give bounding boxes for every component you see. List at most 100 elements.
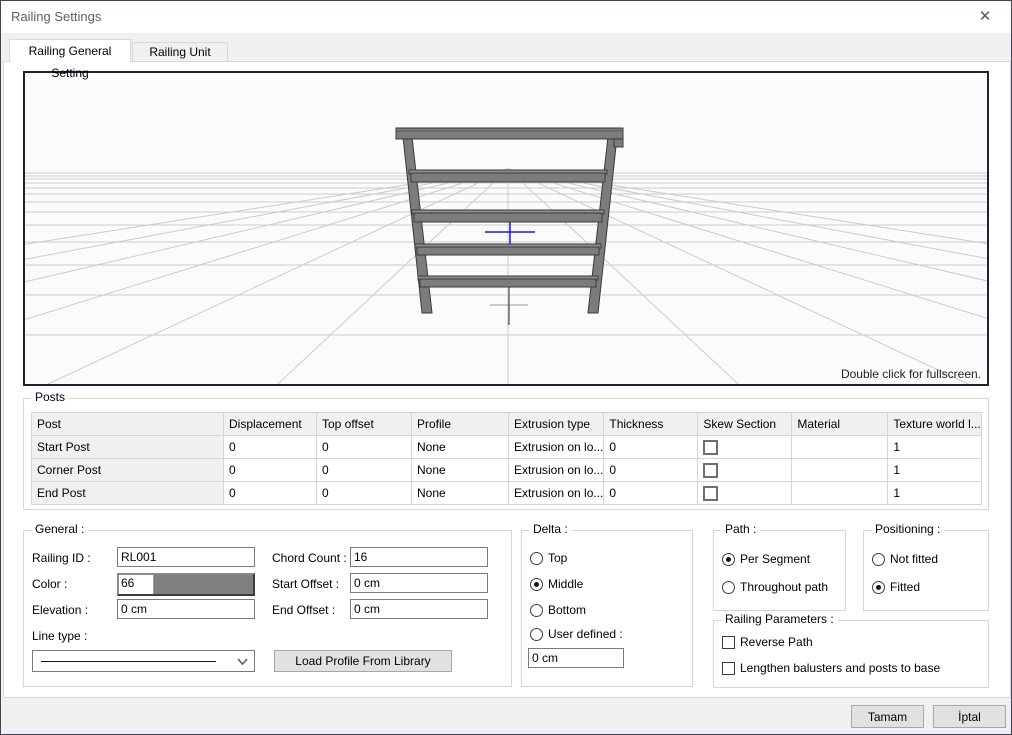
- option-label: User defined :: [548, 627, 623, 641]
- cancel-button[interactable]: İptal: [933, 705, 1006, 728]
- chevron-down-icon: [237, 658, 248, 665]
- solid-line-sample: [41, 661, 216, 662]
- cell-texture-world-length[interactable]: 1: [888, 459, 981, 482]
- lengthen-balusters-checkbox[interactable]: Lengthen balusters and posts to base: [722, 661, 940, 675]
- delta-group: Delta : Top Middle Bottom User defined :: [521, 530, 693, 687]
- end-offset-field[interactable]: [350, 599, 488, 619]
- delta-option-middle[interactable]: Middle: [530, 577, 583, 591]
- window-title: Railing Settings: [11, 1, 101, 33]
- title-bar: Railing Settings ✕: [1, 1, 1011, 33]
- radio-icon: [722, 581, 735, 594]
- cell-material[interactable]: [792, 436, 888, 459]
- close-icon[interactable]: ✕: [969, 1, 1001, 33]
- fullscreen-hint: Double click for fullscreen.: [841, 367, 981, 381]
- col-material: Material: [792, 413, 888, 436]
- cell-top-offset[interactable]: 0: [317, 436, 412, 459]
- cell-profile[interactable]: None: [412, 436, 509, 459]
- cell-thickness[interactable]: 0: [604, 436, 698, 459]
- positioning-option-not-fitted[interactable]: Not fitted: [872, 552, 938, 566]
- table-row-corner-post: Corner Post 0 0 None Extrusion on lo... …: [32, 459, 982, 482]
- railing-parameters-group-label: Railing Parameters :: [721, 612, 838, 626]
- option-label: Lengthen balusters and posts to base: [740, 661, 940, 675]
- start-offset-field[interactable]: [350, 573, 488, 593]
- cell-thickness[interactable]: 0: [604, 482, 698, 505]
- railing-settings-dialog: Railing Settings ✕ Railing General Setti…: [0, 0, 1012, 735]
- cell-top-offset[interactable]: 0: [317, 459, 412, 482]
- cell-displacement[interactable]: 0: [224, 482, 317, 505]
- delta-group-label: Delta :: [529, 522, 572, 536]
- cell-post-name: End Post: [32, 482, 224, 505]
- table-row-end-post: End Post 0 0 None Extrusion on lo... 0 1: [32, 482, 982, 505]
- cell-top-offset[interactable]: 0: [317, 482, 412, 505]
- ok-button[interactable]: Tamam: [851, 705, 924, 728]
- skew-section-checkbox[interactable]: [703, 440, 718, 455]
- positioning-option-fitted[interactable]: Fitted: [872, 580, 920, 594]
- railing-parameters-group: Railing Parameters : Reverse Path Length…: [713, 620, 989, 688]
- origin-crosshair-icon: [485, 210, 535, 325]
- railing-3d-scene: [25, 73, 987, 384]
- delta-user-defined-field[interactable]: [528, 648, 624, 668]
- cell-texture-world-length[interactable]: 1: [888, 482, 981, 505]
- railing-model: [396, 128, 623, 313]
- checkbox-icon: [722, 662, 735, 675]
- color-swatch: [154, 575, 253, 594]
- radio-icon: [530, 604, 543, 617]
- cell-texture-world-length[interactable]: 1: [888, 436, 981, 459]
- table-header-row: Post Displacement Top offset Profile Ext…: [32, 413, 982, 436]
- cell-thickness[interactable]: 0: [604, 459, 698, 482]
- option-label: Per Segment: [740, 552, 810, 566]
- option-label: Throughout path: [740, 580, 828, 594]
- col-extrusion-type: Extrusion type: [509, 413, 604, 436]
- positioning-group-label: Positioning :: [871, 522, 944, 536]
- tab-railing-unit-setting[interactable]: Railing Unit Setting: [132, 42, 228, 62]
- col-displacement: Displacement: [224, 413, 317, 436]
- chord-count-field[interactable]: [350, 547, 488, 567]
- railing-3d-preview[interactable]: Double click for fullscreen.: [23, 71, 989, 386]
- railing-id-field[interactable]: [117, 547, 255, 567]
- cell-extrusion-type[interactable]: Extrusion on lo...: [509, 459, 604, 482]
- radio-selected-icon: [530, 578, 543, 591]
- skew-section-checkbox[interactable]: [703, 463, 718, 478]
- delta-option-top[interactable]: Top: [530, 551, 567, 565]
- chord-count-label: Chord Count :: [272, 551, 347, 565]
- cell-material[interactable]: [792, 482, 888, 505]
- radio-icon: [872, 553, 885, 566]
- cell-profile[interactable]: None: [412, 459, 509, 482]
- table-row-start-post: Start Post 0 0 None Extrusion on lo... 0…: [32, 436, 982, 459]
- skew-section-checkbox[interactable]: [703, 486, 718, 501]
- option-label: Fitted: [890, 580, 920, 594]
- path-group: Path : Per Segment Throughout path: [713, 530, 846, 611]
- col-thickness: Thickness: [604, 413, 698, 436]
- posts-table: Post Displacement Top offset Profile Ext…: [31, 412, 982, 505]
- path-option-throughout-path[interactable]: Throughout path: [722, 580, 828, 594]
- cell-profile[interactable]: None: [412, 482, 509, 505]
- option-label: Bottom: [548, 603, 586, 617]
- line-type-dropdown[interactable]: [32, 650, 255, 672]
- cell-extrusion-type[interactable]: Extrusion on lo...: [509, 482, 604, 505]
- col-post: Post: [32, 413, 224, 436]
- cell-displacement[interactable]: 0: [224, 436, 317, 459]
- delta-option-bottom[interactable]: Bottom: [530, 603, 586, 617]
- col-texture-world-length: Texture world l...: [888, 413, 981, 436]
- reverse-path-checkbox[interactable]: Reverse Path: [722, 635, 813, 649]
- elevation-label: Elevation :: [32, 603, 88, 617]
- cell-displacement[interactable]: 0: [224, 459, 317, 482]
- cell-material[interactable]: [792, 459, 888, 482]
- option-label: Middle: [548, 577, 583, 591]
- end-offset-label: End Offset :: [272, 603, 335, 617]
- start-offset-label: Start Offset :: [272, 577, 339, 591]
- general-group-label: General :: [31, 522, 88, 536]
- color-picker[interactable]: 66: [117, 573, 255, 596]
- tab-railing-general-setting[interactable]: Railing General Setting: [9, 39, 131, 62]
- general-group: General : Railing ID : Color : 66 Elevat…: [23, 530, 512, 687]
- option-label: Reverse Path: [740, 635, 813, 649]
- load-profile-from-library-button[interactable]: Load Profile From Library: [274, 650, 452, 672]
- checkbox-icon: [722, 636, 735, 649]
- radio-selected-icon: [722, 553, 735, 566]
- path-option-per-segment[interactable]: Per Segment: [722, 552, 810, 566]
- posts-group: Posts Post Displacement Top offset Profi…: [23, 398, 989, 510]
- option-label: Top: [548, 551, 567, 565]
- cell-extrusion-type[interactable]: Extrusion on lo...: [509, 436, 604, 459]
- elevation-field[interactable]: [117, 599, 255, 619]
- delta-option-user-defined[interactable]: User defined :: [530, 627, 623, 641]
